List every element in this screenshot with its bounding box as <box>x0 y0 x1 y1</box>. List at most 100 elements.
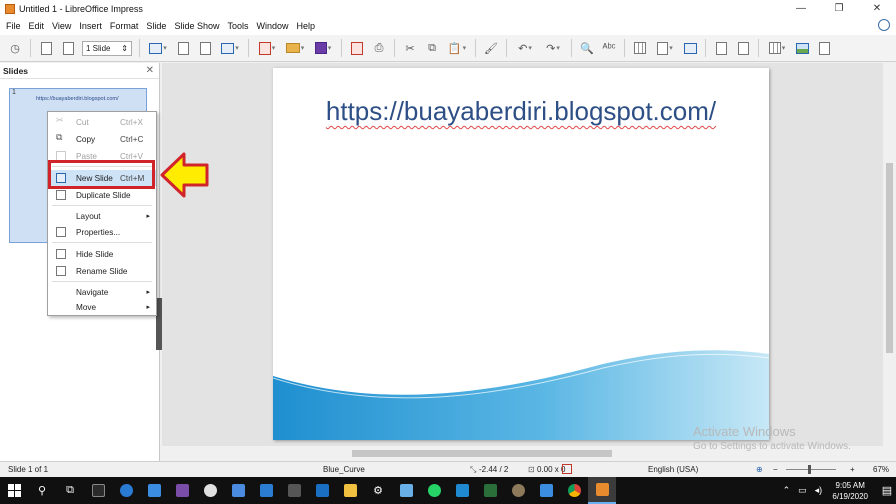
display-views-icon[interactable] <box>653 39 677 57</box>
task-view-icon[interactable]: ⧉ <box>56 477 84 504</box>
spin-icon[interactable]: ⇕ <box>121 44 128 53</box>
notification-icon[interactable]: ▤ <box>878 477 896 504</box>
chrome-icon[interactable] <box>560 477 588 504</box>
find-replace-icon[interactable]: 🔍 <box>578 39 596 57</box>
paint-icon[interactable] <box>196 477 224 504</box>
redo-icon[interactable]: ↷ <box>541 39 565 57</box>
close-icon[interactable]: ✕ <box>858 0 896 17</box>
close-icon[interactable]: ✕ <box>146 65 154 76</box>
menu-edit[interactable]: Edit <box>25 21 49 31</box>
slide-editor[interactable]: https://buayaberdiri.blogspot.com/ <box>273 68 769 440</box>
terminal-green-icon[interactable] <box>476 477 504 504</box>
edge-icon[interactable] <box>112 477 140 504</box>
menu-item-duplicate-slide[interactable]: Duplicate Slide <box>48 187 156 203</box>
maximize-icon[interactable]: ❐ <box>820 0 858 17</box>
vertical-scrollbar[interactable] <box>883 63 896 461</box>
tray-chevron-icon[interactable]: ⌃ <box>778 477 794 504</box>
menu-item-copy[interactable]: ⧉ Copy Ctrl+C <box>48 131 156 147</box>
menu-insert[interactable]: Insert <box>75 21 106 31</box>
menu-item-paste[interactable]: Paste Ctrl+V <box>48 148 156 164</box>
slide-count-combo[interactable]: 1 Slide ⇕ <box>82 40 132 56</box>
menu-separator <box>52 205 152 206</box>
scroll-thumb[interactable] <box>886 163 893 353</box>
menu-format[interactable]: Format <box>106 21 143 31</box>
menu-window[interactable]: Window <box>252 21 292 31</box>
master-slide-icon[interactable] <box>37 39 55 57</box>
menu-item-cut[interactable]: ✂ Cut Ctrl+X <box>48 114 156 130</box>
menu-item-new-slide[interactable]: New Slide Ctrl+M <box>48 170 156 186</box>
mail-icon[interactable] <box>252 477 280 504</box>
menu-slide-show[interactable]: Slide Show <box>170 21 223 31</box>
menu-item-layout[interactable]: Layout ▸ <box>48 208 156 224</box>
search-icon[interactable]: ⚲ <box>28 477 56 504</box>
toolbar-separator <box>475 39 476 57</box>
app-icon[interactable] <box>224 477 252 504</box>
table-icon[interactable] <box>765 39 789 57</box>
menu-slide[interactable]: Slide <box>142 21 170 31</box>
fit-slide-icon[interactable]: ⊕ <box>756 465 763 474</box>
menu-view[interactable]: View <box>48 21 75 31</box>
taskbar-clock[interactable]: 9:05 AM 6/19/2020 <box>832 480 868 502</box>
menu-separator <box>52 242 152 243</box>
paste-icon[interactable]: 📋 <box>445 39 469 57</box>
slide-layout-dropdown-icon[interactable] <box>218 39 242 57</box>
save-icon[interactable] <box>311 39 335 57</box>
store-icon[interactable] <box>140 477 168 504</box>
slide-layout-icon[interactable] <box>59 39 77 57</box>
volume-icon[interactable]: ◂) <box>810 477 826 504</box>
new-document-icon[interactable] <box>255 39 279 57</box>
calculator-icon[interactable] <box>280 477 308 504</box>
teamviewer-icon[interactable] <box>308 477 336 504</box>
start-current-slide-icon[interactable] <box>734 39 752 57</box>
start-first-slide-icon[interactable] <box>712 39 730 57</box>
export-pdf-icon[interactable] <box>348 39 366 57</box>
network-icon[interactable]: ▭ <box>794 477 810 504</box>
copy-icon[interactable]: ⧉ <box>423 39 441 57</box>
master-view-icon[interactable] <box>681 39 699 57</box>
document-modified-icon[interactable] <box>562 464 572 474</box>
open-folder-icon[interactable] <box>283 39 307 57</box>
cut-icon[interactable]: ✂ <box>401 39 419 57</box>
file-explorer-icon[interactable] <box>336 477 364 504</box>
menu-item-move[interactable]: Move ▸ <box>48 299 156 315</box>
undo-icon[interactable]: ↶ <box>513 39 537 57</box>
image-icon[interactable] <box>793 39 811 57</box>
menu-item-rename-slide[interactable]: Rename Slide <box>48 263 156 279</box>
gimp-icon[interactable] <box>504 477 532 504</box>
menu-tools[interactable]: Tools <box>223 21 252 31</box>
language-status[interactable]: English (USA) <box>648 465 698 474</box>
zoom-out-icon[interactable]: − <box>773 465 778 474</box>
photos-icon[interactable] <box>168 477 196 504</box>
menu-item-hide-slide[interactable]: Hide Slide <box>48 246 156 262</box>
print-icon[interactable]: ⎙ <box>370 39 388 57</box>
new-slide-icon[interactable] <box>146 39 170 57</box>
zoom-level[interactable]: 67% <box>873 465 889 474</box>
settings-icon[interactable]: ⚙ <box>364 477 392 504</box>
terminal-icon[interactable] <box>84 477 112 504</box>
spelling-icon[interactable]: ᴬᵇᶜ <box>600 39 618 57</box>
minimize-icon[interactable]: — <box>782 0 820 17</box>
slide-title-text[interactable]: https://buayaberdiri.blogspot.com/ <box>273 96 769 127</box>
globe-icon[interactable] <box>878 19 890 31</box>
menu-help[interactable]: Help <box>293 21 320 31</box>
start-button[interactable] <box>0 477 28 504</box>
whatsapp-icon[interactable] <box>420 477 448 504</box>
impress-taskbar-icon[interactable] <box>588 477 616 504</box>
vscode-icon[interactable] <box>448 477 476 504</box>
zoom-in-icon[interactable]: + <box>850 465 855 474</box>
duplicate-slide-icon[interactable] <box>174 39 192 57</box>
menu-item-navigate[interactable]: Navigate ▸ <box>48 284 156 300</box>
image-viewer-icon[interactable] <box>532 477 560 504</box>
grid-icon[interactable] <box>631 39 649 57</box>
menu-file[interactable]: File <box>2 21 25 31</box>
zoom-slider[interactable] <box>786 469 836 470</box>
text-box-icon[interactable] <box>815 39 833 57</box>
clock-icon[interactable]: ◷ <box>6 39 24 57</box>
notepad-icon[interactable] <box>392 477 420 504</box>
clone-formatting-icon[interactable]: 🖌 <box>482 39 500 57</box>
delete-slide-icon[interactable] <box>196 39 214 57</box>
zoom-slider-knob[interactable] <box>808 465 811 474</box>
menu-item-properties[interactable]: Properties... <box>48 224 156 240</box>
thumbnail-number: 1 <box>12 89 16 96</box>
scroll-thumb[interactable] <box>352 450 612 457</box>
